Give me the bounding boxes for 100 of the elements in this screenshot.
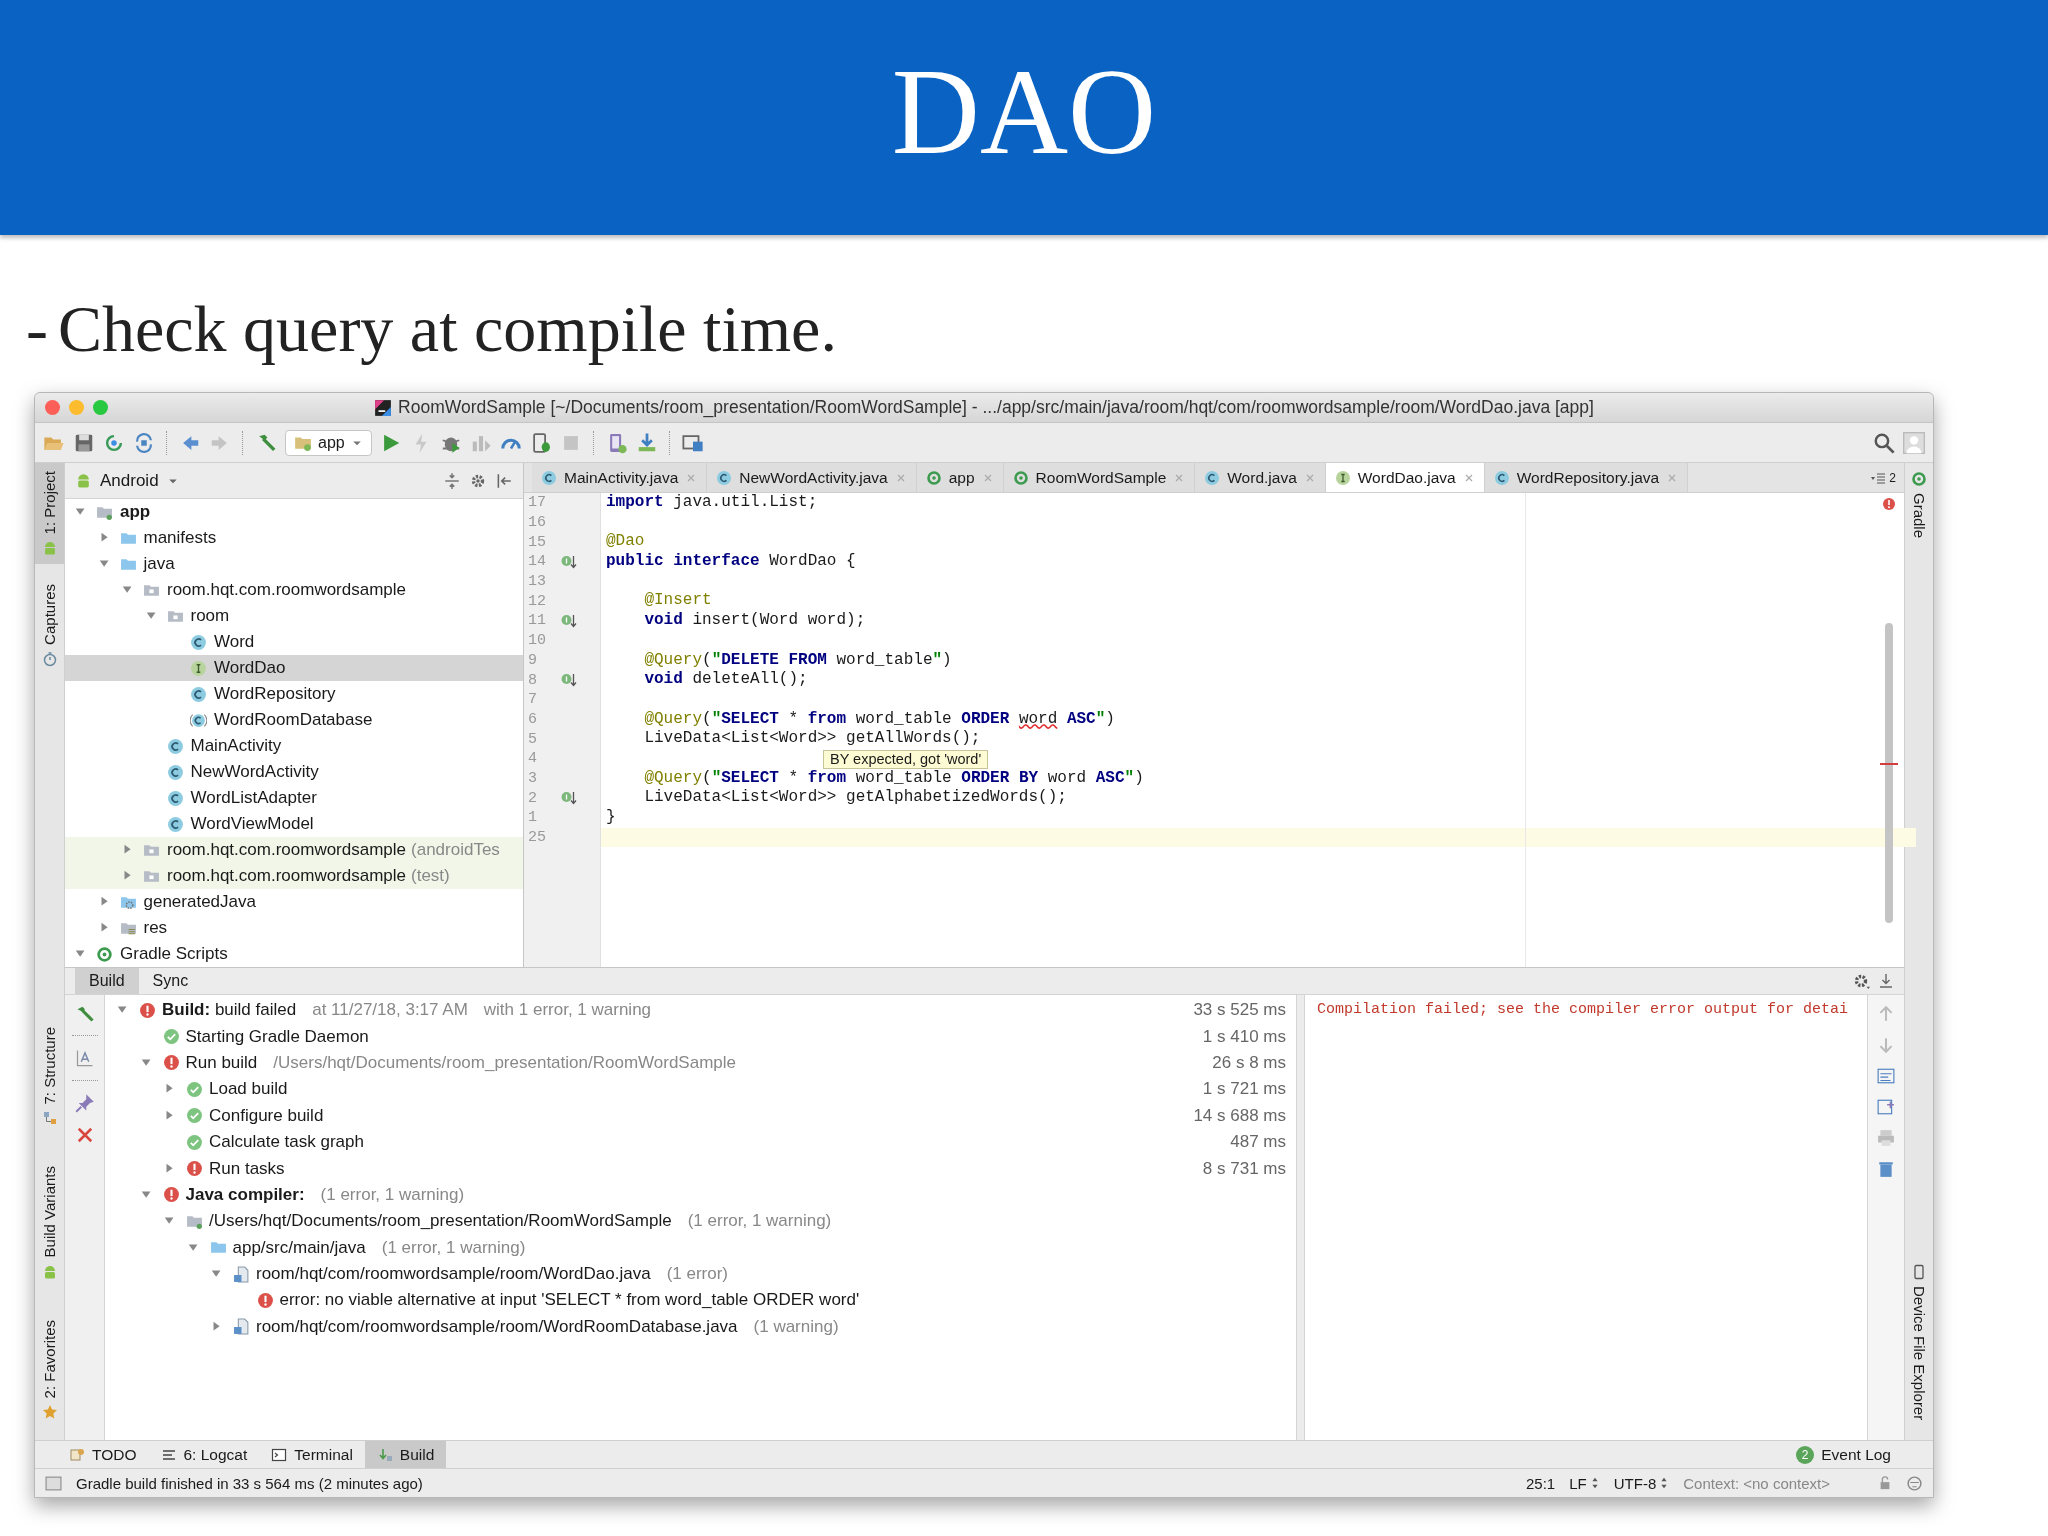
code-line: import java.util.List; [606, 493, 819, 513]
line-number: 16 [527, 514, 547, 532]
pin-icon[interactable] [74, 1093, 95, 1113]
tree-item[interactable]: room.hqt.com.roomwordsample (androidTes [65, 837, 523, 863]
zoom-button[interactable] [93, 400, 108, 415]
android-icon [75, 472, 92, 489]
tree-item[interactable]: manifests [65, 525, 523, 551]
filter-icon[interactable] [74, 1048, 95, 1068]
tree-item[interactable]: MainActivity [65, 733, 523, 759]
line-number: 4 [527, 750, 538, 768]
gutter-marker-icon[interactable] [560, 790, 577, 807]
tool-tab[interactable]: Build [364, 1441, 447, 1468]
soft-wrap-icon[interactable] [1877, 1067, 1895, 1085]
editor-tab[interactable]: WordDao.java [1325, 463, 1485, 492]
build-tree-item[interactable]: error: no viable alternative at input 'SELECT * from word_table ORDER word' [105, 1287, 1296, 1314]
trash-icon[interactable] [1877, 1160, 1895, 1178]
error-icon [139, 1001, 156, 1019]
panel-tab[interactable]: Sync [138, 968, 203, 994]
star-icon [41, 1404, 58, 1420]
editor-tab[interactable]: app [916, 463, 1004, 492]
editor-tab[interactable]: Word.java [1195, 463, 1326, 492]
build-tree-item[interactable]: Load build 1 s 721 ms [105, 1076, 1296, 1103]
tool-window-tab[interactable]: Build Variants [35, 1158, 64, 1288]
editor-tab[interactable]: MainActivity.java [532, 463, 708, 492]
project-view-dropdown[interactable]: Android [75, 470, 179, 491]
build-tree-item[interactable]: Run build /Users/hqt/Documents/room_presentation/RoomWordSample 26 s 8 ms [105, 1049, 1296, 1077]
tree-item[interactable]: WordListAdapter [65, 785, 523, 811]
gradle-icon [96, 945, 113, 963]
tool-window-tab[interactable]: 1: Project [35, 463, 64, 565]
scroll-to-end-icon[interactable] [1877, 1098, 1895, 1116]
tool-tab[interactable]: 6: Logcat [148, 1441, 260, 1468]
code-line: @Dao [606, 532, 646, 553]
build-tree-item[interactable]: Run tasks 8 s 731 ms [105, 1155, 1296, 1182]
line-separator-selector[interactable]: LF [1569, 1474, 1600, 1492]
gradle-icon [1012, 469, 1029, 486]
hide-panel-icon[interactable] [495, 471, 513, 490]
class-icon [166, 737, 184, 755]
todo-icon [69, 1446, 85, 1463]
panel-toggle-icon[interactable] [45, 1474, 62, 1492]
tree-item[interactable]: WordRoomDatabase [65, 707, 523, 733]
close-button[interactable] [45, 400, 60, 415]
error-icon [162, 1186, 180, 1204]
tree-item[interactable]: java [65, 551, 523, 577]
refresh-icon[interactable] [133, 431, 155, 454]
tree-item[interactable]: room.hqt.com.roomwordsample (test) [65, 863, 523, 889]
tool-window-tab[interactable]: Device File Explorer [1905, 1255, 1933, 1428]
tool-window-tab[interactable]: 2: Favorites [35, 1311, 64, 1428]
tree-item[interactable]: room [65, 603, 523, 629]
editor-tab[interactable]: WordRepository.java [1484, 463, 1689, 492]
search-icon[interactable] [1873, 431, 1895, 454]
tool-window-tab[interactable]: 7: Structure [35, 1018, 64, 1135]
error-indicator-icon[interactable] [1882, 497, 1896, 511]
build-tree-item[interactable]: Calculate task graph 487 ms [105, 1128, 1296, 1156]
build-tree-item[interactable]: Starting Gradle Daemon 1 s 410 ms [105, 1023, 1296, 1050]
scrollbar-thumb[interactable] [1885, 623, 1893, 923]
line-number: 11 [527, 612, 547, 630]
user-avatar-icon[interactable] [1903, 431, 1925, 454]
tree-item[interactable]: res [65, 915, 523, 941]
build-tree-item[interactable]: app/src/main/java (1 error, 1 warning) [105, 1234, 1296, 1261]
tree-item[interactable]: WordDao [65, 655, 523, 681]
lock-icon[interactable] [1878, 1476, 1892, 1490]
tree-item[interactable]: generatedJava [65, 889, 523, 915]
tree-item[interactable]: room.hqt.com.roomwordsample [65, 577, 523, 603]
hide-panel-icon[interactable] [1878, 973, 1894, 989]
build-tree-item[interactable]: Java compiler: (1 error, 1 warning) [105, 1181, 1296, 1209]
hidden-tabs-button[interactable]: 2 [1870, 463, 1904, 492]
build-tree-item[interactable]: Configure build 14 s 688 ms [105, 1102, 1296, 1129]
tree-item[interactable]: app [65, 499, 523, 525]
splitter-handle[interactable] [1296, 995, 1305, 1440]
tool-window-tab[interactable]: Gradle [1905, 463, 1933, 547]
encoding-selector[interactable]: UTF-8 [1613, 1474, 1670, 1492]
tool-tab[interactable]: TODO [57, 1441, 149, 1468]
java-file-icon [233, 1318, 250, 1336]
build-tree-item[interactable]: room/hqt/com/roomwordsample/room/WordDao.java (1 error) [105, 1260, 1296, 1288]
tree-item[interactable]: Gradle Scripts [65, 941, 523, 967]
tree-item[interactable]: WordViewModel [65, 811, 523, 837]
collapse-all-icon[interactable] [443, 471, 461, 490]
app-logo-icon [374, 398, 393, 417]
panel-tab[interactable]: Build [75, 968, 139, 994]
build-tree-item[interactable]: Build: build failed at 11/27/18, 3:17 AM with 1 error, 1 warning 33 s 525 ms [105, 997, 1296, 1024]
event-log-tab[interactable]: 2 Event Log [1784, 1441, 1903, 1468]
tree-item[interactable]: NewWordActivity [65, 759, 523, 785]
tool-window-tab[interactable]: Captures [35, 576, 64, 676]
settings-icon[interactable] [1852, 972, 1870, 990]
tree-item[interactable]: Word [65, 629, 523, 655]
line-number: 15 [527, 533, 547, 551]
inspector-icon[interactable] [1906, 1474, 1923, 1492]
gutter-marker-icon[interactable] [560, 612, 577, 629]
line-number: 25 [527, 829, 547, 847]
caret-position[interactable]: 25:1 [1526, 1474, 1556, 1492]
gutter-marker-icon[interactable] [560, 672, 577, 689]
build-tree-item[interactable]: /Users/hqt/Documents/room_presentation/RoomWordSample (1 error, 1 warning) [105, 1208, 1296, 1235]
interface-icon [1334, 469, 1351, 486]
tree-item[interactable]: WordRepository [65, 681, 523, 707]
run-configuration-dropdown[interactable]: app [285, 429, 372, 456]
editor-tab[interactable]: RoomWordSample [1003, 463, 1196, 492]
gutter-marker-icon[interactable] [560, 553, 577, 570]
editor-tab[interactable]: NewWordActivity.java [707, 463, 917, 492]
tool-tab[interactable]: Terminal [259, 1441, 365, 1468]
build-tree-item[interactable]: room/hqt/com/roomwordsample/room/WordRoomDatabase.java (1 warning) [105, 1313, 1296, 1341]
